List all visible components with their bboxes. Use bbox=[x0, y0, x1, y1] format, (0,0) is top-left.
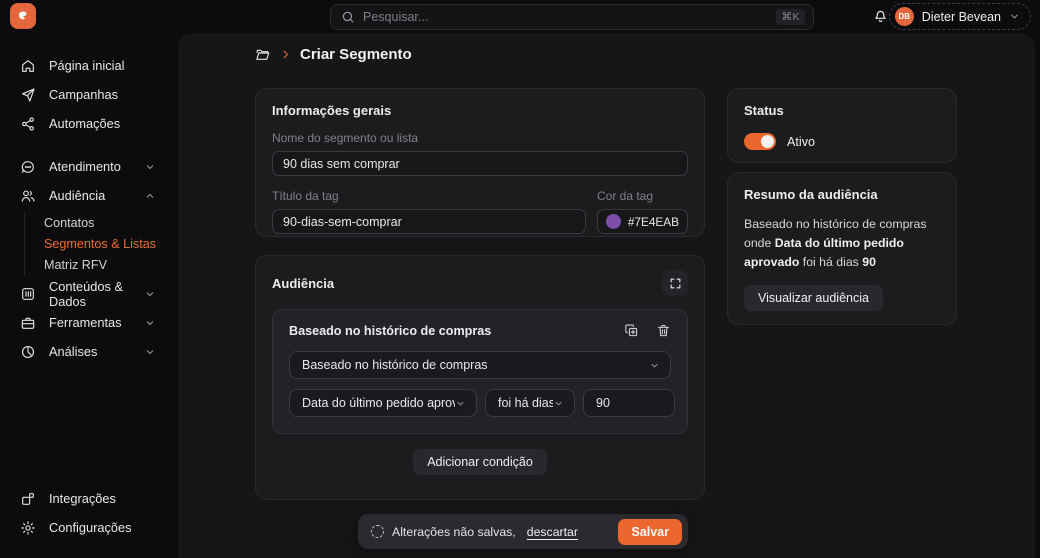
sidebar-item-contacts[interactable]: Contatos bbox=[44, 212, 178, 233]
audience-card: Audiência Baseado no histórico de compra… bbox=[255, 255, 705, 500]
chevron-up-icon bbox=[144, 190, 156, 202]
audience-summary-card: Resumo da audiência Baseado no histórico… bbox=[727, 172, 957, 325]
status-title: Status bbox=[744, 103, 784, 118]
status-card: Status Ativo bbox=[727, 88, 957, 163]
chevron-down-icon bbox=[649, 360, 660, 371]
audience-title: Audiência bbox=[272, 275, 335, 291]
sidebar-item-audience[interactable]: Audiência bbox=[0, 181, 178, 210]
audience-subnav: Contatos Segmentos & Listas Matriz RFV bbox=[0, 212, 178, 275]
sidebar-item-label: Análises bbox=[49, 344, 98, 359]
condition-group-title: Baseado no histórico de compras bbox=[289, 323, 492, 338]
user-menu[interactable]: DB Dieter Bevean bbox=[888, 3, 1031, 30]
sidebar-item-label: Atendimento bbox=[49, 159, 121, 174]
status-toggle-label: Ativo bbox=[787, 134, 815, 149]
condition-operator-select[interactable]: foi há dias bbox=[485, 389, 575, 417]
sidebar-item-label: Conteúdos & Dados bbox=[49, 278, 123, 309]
sidebar-item-integrations[interactable]: Integrações bbox=[0, 484, 178, 513]
avatar: DB bbox=[894, 7, 914, 26]
breadcrumb: Criar Segmento bbox=[255, 46, 412, 63]
workflow-icon bbox=[20, 116, 36, 132]
tag-title-input[interactable] bbox=[272, 209, 586, 234]
gear-icon bbox=[20, 520, 36, 536]
sidebar-item-segments-lists[interactable]: Segmentos & Listas bbox=[44, 233, 178, 254]
sidebar-item-label: Página inicial bbox=[49, 58, 125, 73]
view-audience-button[interactable]: Visualizar audiência bbox=[744, 285, 883, 312]
sidebar-item-campaigns[interactable]: Campanhas bbox=[0, 80, 178, 109]
sidebar-item-label: Automações bbox=[49, 116, 121, 131]
user-name: Dieter Bevean bbox=[921, 9, 1001, 24]
condition-value-input[interactable] bbox=[583, 389, 675, 417]
chevron-down-icon bbox=[144, 161, 156, 173]
add-condition-button[interactable]: Adicionar condição bbox=[413, 449, 547, 475]
chevron-down-icon bbox=[1009, 11, 1020, 22]
sidebar-item-label: Campanhas bbox=[49, 87, 119, 102]
sidebar-item-analytics[interactable]: Análises bbox=[0, 337, 178, 366]
sidebar: Página inicial Campanhas Automações Aten… bbox=[0, 33, 178, 558]
general-info-title: Informações gerais bbox=[272, 103, 392, 118]
delete-button[interactable] bbox=[656, 323, 671, 338]
tag-color-picker[interactable]: #7E4EAB bbox=[597, 209, 688, 234]
search-bar[interactable]: ⌘K bbox=[330, 4, 814, 30]
search-input[interactable] bbox=[363, 10, 769, 24]
tag-color-label: Cor da tag bbox=[597, 189, 654, 203]
duplicate-button[interactable] bbox=[624, 323, 639, 338]
chevron-down-icon bbox=[553, 398, 564, 409]
sidebar-item-label: Configurações bbox=[49, 520, 132, 535]
chevron-down-icon bbox=[144, 288, 156, 300]
sidebar-item-label: Integrações bbox=[49, 491, 116, 506]
sidebar-item-content-data[interactable]: Conteúdos & Dados bbox=[0, 278, 178, 309]
sidebar-item-label: Ferramentas bbox=[49, 315, 122, 330]
page-title: Criar Segmento bbox=[300, 46, 412, 63]
folder-icon[interactable] bbox=[255, 47, 271, 63]
app-logo-icon[interactable] bbox=[10, 3, 36, 29]
status-toggle[interactable] bbox=[744, 133, 776, 150]
summary-title: Resumo da audiência bbox=[744, 187, 878, 202]
sidebar-item-tools[interactable]: Ferramentas bbox=[0, 308, 178, 337]
sidebar-item-automations[interactable]: Automações bbox=[0, 109, 178, 138]
segment-name-label: Nome do segmento ou lista bbox=[272, 131, 419, 145]
topbar: ⌘K DB Dieter Bevean bbox=[0, 0, 1040, 33]
home-icon bbox=[20, 58, 36, 74]
summary-text: Baseado no histórico de compras onde Dat… bbox=[744, 217, 927, 270]
sidebar-item-support[interactable]: Atendimento bbox=[0, 152, 178, 181]
chevron-down-icon bbox=[144, 346, 156, 358]
sidebar-item-home[interactable]: Página inicial bbox=[0, 51, 178, 80]
chevron-down-icon bbox=[144, 317, 156, 329]
unsaved-changes-bar: Alterações não salvas, descartar Salvar bbox=[358, 514, 688, 549]
toolbox-icon bbox=[20, 315, 36, 331]
pie-chart-icon bbox=[20, 344, 36, 360]
search-shortcut-badge: ⌘K bbox=[776, 9, 805, 25]
sidebar-item-label: Audiência bbox=[49, 188, 106, 203]
unsaved-spinner-icon bbox=[371, 525, 384, 538]
tag-color-hex: #7E4EAB bbox=[627, 214, 679, 229]
chat-icon bbox=[20, 159, 36, 175]
condition-type-select[interactable]: Baseado no histórico de compras bbox=[289, 351, 671, 379]
chevron-right-icon bbox=[280, 49, 291, 60]
main-panel: Criar Segmento Informações gerais Nome d… bbox=[178, 33, 1035, 558]
library-icon bbox=[20, 286, 36, 302]
notifications-bell-icon[interactable] bbox=[872, 7, 889, 24]
sidebar-item-rfv-matrix[interactable]: Matriz RFV bbox=[44, 254, 178, 275]
send-icon bbox=[20, 87, 36, 103]
tag-color-swatch[interactable] bbox=[606, 214, 621, 229]
chevron-down-icon bbox=[455, 398, 466, 409]
general-info-card: Informações gerais Nome do segmento ou l… bbox=[255, 88, 705, 237]
unsaved-text: Alterações não salvas, bbox=[392, 524, 516, 539]
segment-name-input[interactable] bbox=[272, 151, 688, 176]
maximize-icon bbox=[669, 277, 682, 290]
users-icon bbox=[20, 188, 36, 204]
search-icon bbox=[341, 10, 355, 24]
discard-link[interactable]: descartar bbox=[527, 525, 578, 539]
blocks-icon bbox=[20, 491, 36, 507]
condition-group: Baseado no histórico de compras Baseado … bbox=[272, 309, 688, 434]
condition-field-select[interactable]: Data do último pedido aprovado bbox=[289, 389, 477, 417]
tag-title-label: Título da tag bbox=[272, 189, 339, 203]
expand-button[interactable] bbox=[662, 270, 688, 296]
sidebar-item-settings[interactable]: Configurações bbox=[0, 513, 178, 542]
save-button[interactable]: Salvar bbox=[618, 518, 682, 545]
